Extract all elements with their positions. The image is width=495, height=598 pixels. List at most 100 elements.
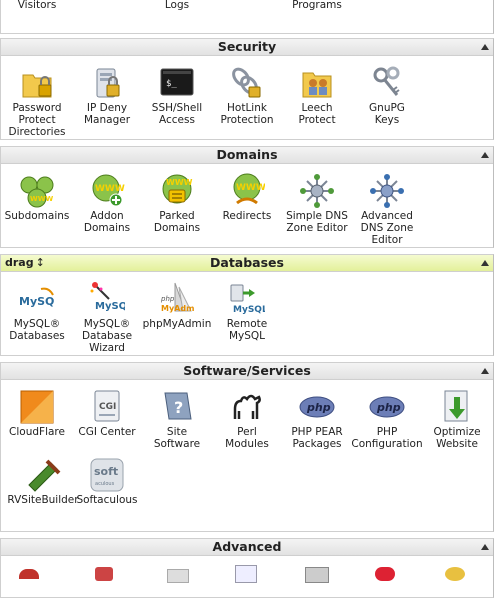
mysql-icon: MySQL: [19, 281, 55, 317]
collapse-icon[interactable]: [481, 544, 489, 550]
collapse-icon[interactable]: [481, 44, 489, 50]
item-label: CloudFlare: [9, 426, 65, 438]
rvsitebuilder-icon: [25, 457, 61, 493]
www-parked-icon: WWW: [159, 173, 195, 209]
softaculous-link[interactable]: soft aculous Softaculous: [71, 457, 143, 506]
gnupg-keys-link[interactable]: GnuPG Keys: [351, 65, 423, 126]
hotlink-protection-link[interactable]: HotLink Protection: [211, 65, 283, 126]
remote-mysql-link[interactable]: MySQL Remote MySQL: [211, 281, 283, 342]
item-label: Softaculous: [76, 494, 138, 506]
ssh-shell-access-link[interactable]: $_ SSH/Shell Access: [141, 65, 213, 126]
folder-people-icon: [299, 65, 335, 101]
svg-text:php: php: [376, 401, 401, 414]
mysql-wizard-icon: MySQL: [89, 281, 125, 317]
svg-text:WWW: WWW: [236, 183, 265, 193]
php-configuration-link[interactable]: php PHP Configuration: [351, 389, 423, 450]
simple-dns-zone-editor-link[interactable]: Simple DNS Zone Editor: [281, 173, 353, 234]
section-databases: drag↕ Databases MySQL MySQL® Databases M…: [0, 254, 494, 356]
section-title: Security: [217, 39, 277, 54]
svg-text:MySQL: MySQL: [19, 295, 55, 308]
section-header[interactable]: drag ↕ Databases: [1, 255, 493, 272]
svg-text:MyAdmin: MyAdmin: [161, 304, 195, 313]
item-label: Parked Domains: [153, 210, 201, 234]
collapse-icon[interactable]: [481, 368, 489, 374]
svg-text:php: php: [306, 401, 331, 414]
svg-text:aculous: aculous: [95, 481, 115, 487]
chain-lock-icon: [229, 65, 265, 101]
php-pear-packages-link[interactable]: php PHP PEAR Packages: [281, 389, 353, 450]
site-software-icon: ?: [159, 389, 195, 425]
collapse-icon[interactable]: [481, 152, 489, 158]
site-software-link[interactable]: ? Site Software: [141, 389, 213, 450]
phpmyadmin-link[interactable]: phpMyAdmin phpMyAdmin: [141, 281, 213, 330]
optimize-icon: [439, 389, 475, 425]
item-label: Addon Domains: [83, 210, 131, 234]
item-label: IP Deny Manager: [83, 102, 131, 126]
section-header[interactable]: Domains: [1, 147, 493, 164]
svg-text:WWW: WWW: [166, 178, 193, 187]
item-label: MySQL® Database Wizard: [81, 318, 133, 354]
logs-link[interactable]: Logs: [141, 0, 213, 11]
www-globes-icon: WWW: [19, 173, 55, 209]
folder-lock-icon: [19, 65, 55, 101]
svg-text:WWW: WWW: [30, 195, 53, 203]
partial-icon[interactable]: [235, 565, 257, 583]
section-title: Databases: [210, 255, 284, 270]
item-label: Perl Modules: [225, 426, 269, 450]
advanced-icon-row: [1, 565, 495, 585]
svg-text:$_: $_: [166, 79, 177, 89]
optimize-website-link[interactable]: Optimize Website: [421, 389, 493, 450]
svg-text:MySQL: MySQL: [95, 301, 125, 312]
section-title: Domains: [216, 147, 278, 162]
phpmyadmin-icon: phpMyAdmin: [159, 281, 195, 317]
item-label: Simple DNS Zone Editor: [286, 210, 348, 234]
svg-text:WWW: WWW: [95, 184, 125, 194]
dns-network-icon: [299, 173, 335, 209]
perl-camel-icon: [229, 389, 265, 425]
cgi-icon: CGI: [89, 389, 125, 425]
item-label: CGI Center: [78, 426, 136, 438]
section-header[interactable]: Security: [1, 39, 493, 56]
mysql-database-wizard-link[interactable]: MySQL MySQL® Database Wizard: [71, 281, 143, 354]
cloudflare-link[interactable]: CloudFlare: [1, 389, 73, 438]
mysql-databases-link[interactable]: MySQL MySQL® Databases: [1, 281, 73, 342]
perl-modules-link[interactable]: Perl Modules: [211, 389, 283, 450]
partial-icon[interactable]: [445, 567, 465, 581]
visitors-link[interactable]: Visitors: [1, 0, 73, 11]
ip-deny-manager-link[interactable]: IP Deny Manager: [71, 65, 143, 126]
server-lock-icon: [89, 65, 125, 101]
addon-domains-link[interactable]: WWW Addon Domains: [71, 173, 143, 234]
parked-domains-link[interactable]: WWW Parked Domains: [141, 173, 213, 234]
password-protect-directories-link[interactable]: Password Protect Directories: [1, 65, 73, 138]
svg-text:CGI: CGI: [99, 402, 116, 412]
redirects-link[interactable]: WWW Redirects: [211, 173, 283, 222]
terminal-icon: $_: [159, 65, 195, 101]
item-label: Remote MySQL: [226, 318, 268, 342]
section-title: Software/Services: [183, 363, 311, 378]
www-add-icon: WWW: [89, 173, 125, 209]
item-label: GnuPG Keys: [369, 102, 405, 126]
subdomains-link[interactable]: WWW Subdomains: [1, 173, 73, 222]
item-label: SSH/Shell Access: [151, 102, 203, 126]
item-label: MySQL® Databases: [9, 318, 65, 342]
programs-link[interactable]: Programs: [281, 0, 353, 11]
item-label: Advanced DNS Zone Editor: [360, 210, 414, 246]
section-header[interactable]: Software/Services: [1, 363, 493, 380]
advanced-dns-zone-editor-link[interactable]: Advanced DNS Zone Editor: [351, 173, 423, 246]
partial-icon[interactable]: [375, 567, 395, 581]
item-label: Optimize Website: [433, 426, 481, 450]
softaculous-icon: soft aculous: [89, 457, 125, 493]
partial-icon[interactable]: [167, 569, 189, 583]
partial-icon[interactable]: [95, 567, 113, 581]
partial-icon[interactable]: [305, 567, 329, 583]
cgi-center-link[interactable]: CGI CGI Center: [71, 389, 143, 438]
svg-text:MySQL: MySQL: [233, 305, 265, 315]
item-label: RVSiteBuilder: [7, 494, 79, 506]
section-header[interactable]: Advanced: [1, 539, 493, 556]
rvsitebuilder-link[interactable]: RVSiteBuilder: [7, 457, 79, 506]
collapse-icon[interactable]: [481, 260, 489, 266]
section-security: Security Password Protect Directories IP…: [0, 38, 494, 140]
remote-mysql-icon: MySQL: [229, 281, 265, 317]
svg-text:php: php: [160, 295, 175, 303]
leech-protect-link[interactable]: Leech Protect: [281, 65, 353, 126]
